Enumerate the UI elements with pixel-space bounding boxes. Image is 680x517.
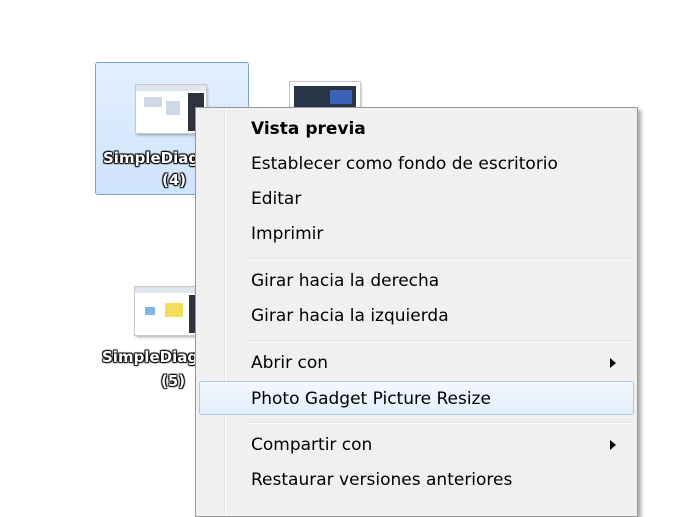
menu-item-label: Girar hacia la derecha [251,271,440,291]
menu-separator [246,422,633,424]
menu-item-label: Vista previa [251,119,366,139]
desktop: SimpleDiag (4) SimpleDiag (5) Vista prev… [0,0,680,517]
menu-item-label: Girar hacia la izquierda [251,306,449,326]
menu-item-label: Abrir con [251,353,329,373]
menu-item-label: Compartir con [251,435,373,455]
menu-item-label: Imprimir [251,224,324,244]
file-name-label: SimpleDiag [103,149,200,167]
submenu-arrow-icon [610,358,616,368]
menu-item-label: Photo Gadget Picture Resize [251,389,491,409]
menu-separator [246,340,633,342]
desktop-file-icon-5[interactable]: SimpleDiag (5) [95,272,205,397]
file-count-label: (4) [162,171,187,189]
menu-item-label: Establecer como fondo de escritorio [251,154,558,174]
menu-separator [246,258,633,260]
submenu-arrow-icon [610,440,616,450]
menu-item-open-with[interactable]: Abrir con [199,346,634,380]
menu-item-edit[interactable]: Editar [199,182,634,216]
file-name-label: SimpleDiag [102,348,199,366]
menu-item-rotate-left[interactable]: Girar hacia la izquierda [199,299,634,333]
menu-item-restore-previous-versions[interactable]: Restaurar versiones anteriores [199,463,634,497]
menu-item-share-with[interactable]: Compartir con [199,428,634,462]
menu-item-preview[interactable]: Vista previa [199,112,634,146]
menu-item-rotate-right[interactable]: Girar hacia la derecha [199,264,634,298]
menu-item-photo-gadget-picture-resize[interactable]: Photo Gadget Picture Resize [199,381,634,415]
file-count-label: (5) [161,372,186,390]
menu-item-label: Restaurar versiones anteriores [251,470,513,490]
menu-item-label: Editar [251,189,302,209]
desktop-file-icon-other[interactable] [290,82,360,112]
menu-item-print[interactable]: Imprimir [199,217,634,251]
menu-item-set-as-desktop-background[interactable]: Establecer como fondo de escritorio [199,147,634,181]
context-menu: Vista previa Establecer como fondo de es… [195,107,638,517]
